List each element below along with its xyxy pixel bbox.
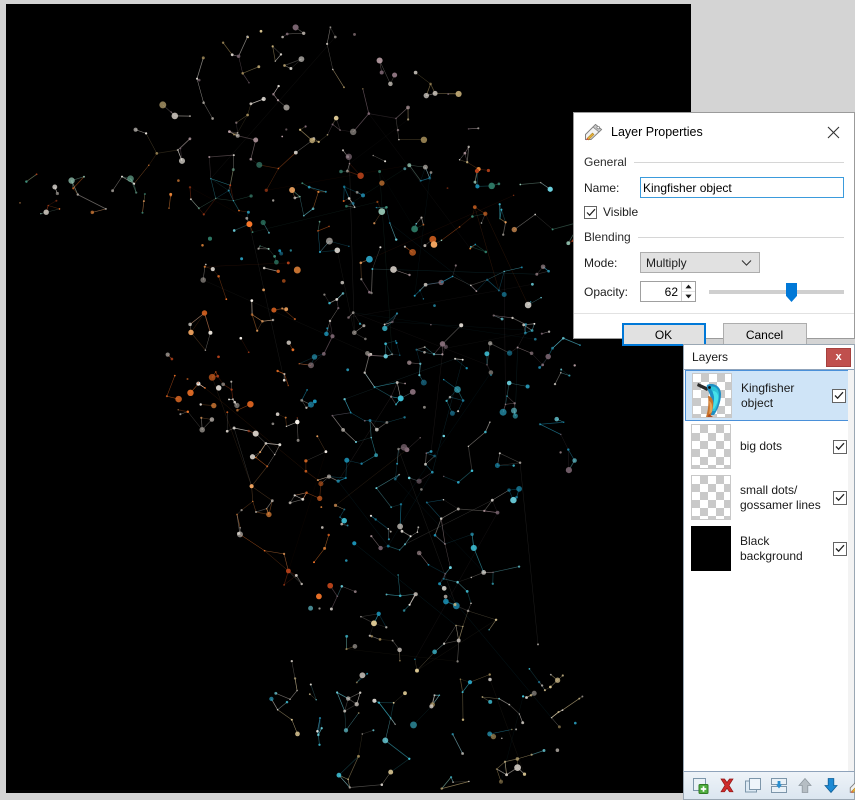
name-label: Name: [584, 180, 620, 195]
layers-list[interactable]: Kingfisher object big dots small dots/ g… [684, 370, 854, 771]
checkmark-icon [586, 208, 595, 216]
layer-properties-icon[interactable] [848, 776, 855, 795]
layer-name-text: small dots/ gossamer lines [740, 482, 821, 512]
opacity-value[interactable]: 62 [641, 282, 681, 301]
kingfisher-image [697, 383, 721, 417]
checkmark-icon [835, 493, 845, 502]
triangle-down-icon [685, 294, 692, 299]
layer-name-text: Black background [740, 533, 803, 563]
checkmark-icon [835, 442, 845, 451]
layer-thumbnail-big-dots [691, 424, 731, 469]
general-group-label: General [584, 155, 627, 169]
checkmark-icon [834, 391, 844, 400]
layer-visibility-checkbox[interactable] [833, 541, 847, 556]
blending-group-header: Blending [584, 227, 844, 247]
transparency-checker [692, 425, 730, 468]
dialog-close-button[interactable] [812, 113, 854, 151]
layers-panel-close-button[interactable]: x [826, 347, 851, 367]
delete-layer-icon[interactable] [718, 776, 736, 795]
visible-checkbox-row[interactable]: Visible [584, 205, 844, 219]
layers-panel[interactable]: Layers x Kingfisher object big dots smal… [683, 344, 855, 800]
blend-mode-value: Multiply [646, 255, 687, 270]
move-layer-down-icon[interactable] [822, 776, 840, 795]
layers-panel-title: Layers [692, 350, 729, 364]
slider-thumb[interactable] [786, 283, 797, 302]
layer-name-text: Kingfisher object [741, 380, 795, 410]
name-field-row: Name: [584, 177, 844, 198]
close-icon [827, 126, 839, 138]
move-layer-up-icon[interactable] [796, 776, 814, 795]
opacity-stepper[interactable]: 62 [640, 281, 696, 302]
application-window: Rectangu Layer Properties General [0, 0, 855, 800]
dialog-separator [574, 313, 854, 314]
opacity-decrement-button[interactable] [682, 292, 695, 301]
checkmark-icon [835, 544, 845, 553]
layers-scroll-gutter[interactable] [848, 370, 854, 771]
transparency-checker [692, 476, 730, 519]
opacity-label: Opacity: [584, 284, 629, 299]
merge-layer-down-icon[interactable] [770, 776, 788, 795]
tag-pencil-icon [585, 123, 603, 140]
ok-button[interactable]: OK [621, 323, 706, 346]
dialog-titlebar[interactable]: Layer Properties [574, 112, 854, 150]
layer-thumbnail-small-dots [691, 475, 731, 520]
opacity-spin-buttons[interactable] [681, 282, 695, 301]
layer-visibility-checkbox[interactable] [833, 490, 847, 505]
duplicate-layer-icon[interactable] [744, 776, 762, 795]
blend-mode-dropdown[interactable]: Multiply [640, 252, 760, 273]
dialog-body: General Name: Visible Blending [574, 152, 854, 346]
layer-row[interactable]: big dots [685, 421, 854, 472]
layer-visibility-checkbox[interactable] [832, 388, 846, 403]
layer-name-input[interactable] [640, 177, 844, 198]
add-layer-icon[interactable] [692, 776, 710, 795]
opacity-row: Opacity: 62 [584, 281, 844, 302]
opacity-increment-button[interactable] [682, 282, 695, 292]
layers-panel-header: Layers x [684, 345, 854, 370]
layer-thumbnail-black-background [691, 526, 731, 571]
layer-properties-dialog[interactable]: Layer Properties General Name: Kingfishe… [573, 112, 855, 346]
layer-row[interactable]: Black background [685, 523, 854, 574]
general-group-header: General [584, 152, 844, 172]
chevron-down-icon [741, 259, 752, 266]
layer-row[interactable]: small dots/ gossamer lines [685, 472, 854, 523]
visible-label: Visible [603, 205, 639, 219]
layers-toolbar [684, 771, 855, 799]
opacity-slider[interactable] [709, 281, 844, 302]
layer-thumbnail-kingfisher [692, 373, 732, 418]
group-divider [633, 161, 844, 163]
slider-track [709, 290, 844, 294]
cancel-button[interactable]: Cancel [722, 323, 807, 346]
triangle-up-icon [685, 284, 692, 289]
group-divider [637, 236, 844, 238]
layer-name-text: big dots [740, 439, 783, 453]
mode-label: Mode: [584, 255, 618, 270]
dialog-title: Layer Properties [611, 124, 703, 139]
dialog-button-bar: OK Cancel [584, 323, 844, 346]
mode-field-row: Mode: Multiply [584, 252, 844, 273]
layer-visibility-checkbox[interactable] [833, 439, 847, 454]
visible-checkbox[interactable] [584, 205, 597, 219]
layer-row[interactable]: Kingfisher object [685, 370, 854, 421]
blending-group-label: Blending [584, 230, 631, 244]
